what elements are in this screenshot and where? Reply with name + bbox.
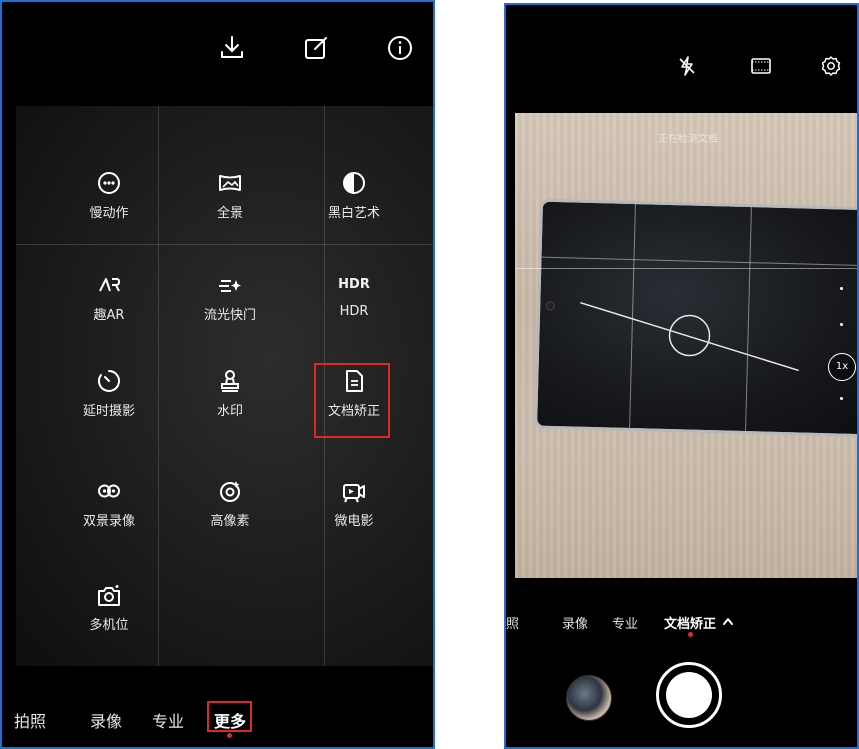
settings-icon[interactable] — [820, 55, 842, 77]
mode-watermark[interactable]: 水印 — [175, 368, 285, 419]
document-mode-highlight — [314, 363, 390, 438]
mode-label: 微电影 — [334, 514, 374, 529]
mode-strip-photo[interactable]: 拍照 — [506, 613, 519, 632]
mode-label: 趣AR — [93, 308, 125, 323]
mode-timelapse[interactable]: 延时摄影 — [54, 368, 164, 419]
mode-label: 高像素 — [210, 514, 250, 529]
mode-light-trail[interactable]: 流光快门 — [175, 272, 285, 323]
zoom-level-button[interactable]: 1x — [828, 353, 856, 381]
tab-photo[interactable]: 拍照 — [14, 708, 46, 732]
mode-label: 黑白艺术 — [327, 206, 380, 221]
edit-icon[interactable] — [302, 34, 330, 62]
chevron-up-icon[interactable] — [722, 616, 734, 626]
active-mode-indicator — [688, 632, 693, 637]
mode-strip-video[interactable]: 录像 — [562, 613, 588, 632]
mode-label: HDR — [339, 304, 369, 319]
mode-label: 水印 — [216, 404, 243, 419]
mode-label: 延时摄影 — [82, 404, 135, 419]
panorama-icon — [219, 175, 241, 191]
micro-movie-icon — [343, 484, 365, 503]
aspect-ratio-icon[interactable] — [750, 56, 772, 76]
tab-pro[interactable]: 专业 — [152, 708, 184, 732]
hdr-icon: HDR — [338, 277, 370, 292]
active-tab-indicator — [227, 733, 232, 738]
left-phone-screen: 慢动作 全景 黑白艺术 趣AR 流光快门 HDR HDR 延时摄影 水印 文档矫… — [0, 0, 435, 749]
mode-high-resolution[interactable]: 高像素 — [175, 478, 285, 529]
camera-mode-strip: 拍照 录像 专业 文档矫正 — [506, 609, 857, 639]
monochrome-icon — [343, 172, 365, 194]
timelapse-icon — [98, 370, 120, 392]
ar-icon — [99, 278, 121, 292]
mode-label: 全景 — [216, 206, 243, 221]
multi-camera-icon — [98, 585, 120, 606]
more-tab-highlight — [207, 701, 252, 732]
zoom-slider[interactable]: 1x — [827, 285, 857, 445]
mode-hdr[interactable]: HDR HDR — [299, 272, 409, 319]
camera-viewfinder[interactable]: 正在检测文档 1x — [515, 113, 857, 578]
tab-video[interactable]: 录像 — [90, 708, 122, 732]
download-icon[interactable] — [218, 34, 246, 62]
dual-view-icon — [98, 484, 120, 498]
mode-monochrome[interactable]: 黑白艺术 — [299, 170, 409, 221]
high-resolution-icon — [220, 481, 240, 502]
mode-label: 双景录像 — [82, 514, 135, 529]
flash-off-icon[interactable] — [676, 55, 698, 77]
mode-micro-movie[interactable]: 微电影 — [299, 478, 409, 529]
shutter-button[interactable] — [656, 662, 722, 728]
mode-label: 流光快门 — [203, 308, 256, 323]
info-icon[interactable] — [386, 34, 414, 62]
mode-panorama[interactable]: 全景 — [175, 170, 285, 221]
slow-motion-icon — [98, 172, 120, 194]
right-phone-screen: 正在检测文档 1x 拍照 录像 专业 文档矫正 — [504, 3, 859, 749]
detected-tablet — [534, 198, 857, 438]
mode-label: 多机位 — [89, 618, 129, 633]
detecting-document-text: 正在检测文档 — [658, 134, 718, 145]
gallery-thumbnail[interactable] — [566, 675, 612, 721]
light-trail-icon — [219, 280, 241, 292]
mode-ar[interactable]: 趣AR — [54, 272, 164, 323]
shutter-core — [666, 672, 712, 718]
mode-strip-pro[interactable]: 专业 — [612, 613, 638, 632]
mode-multi-camera[interactable]: 多机位 — [54, 582, 164, 633]
mode-label: 慢动作 — [89, 206, 129, 221]
mode-strip-document[interactable]: 文档矫正 — [664, 613, 716, 632]
mode-dual-view[interactable]: 双景录像 — [54, 478, 164, 529]
mode-slow-motion[interactable]: 慢动作 — [54, 170, 164, 221]
watermark-icon — [221, 370, 239, 392]
